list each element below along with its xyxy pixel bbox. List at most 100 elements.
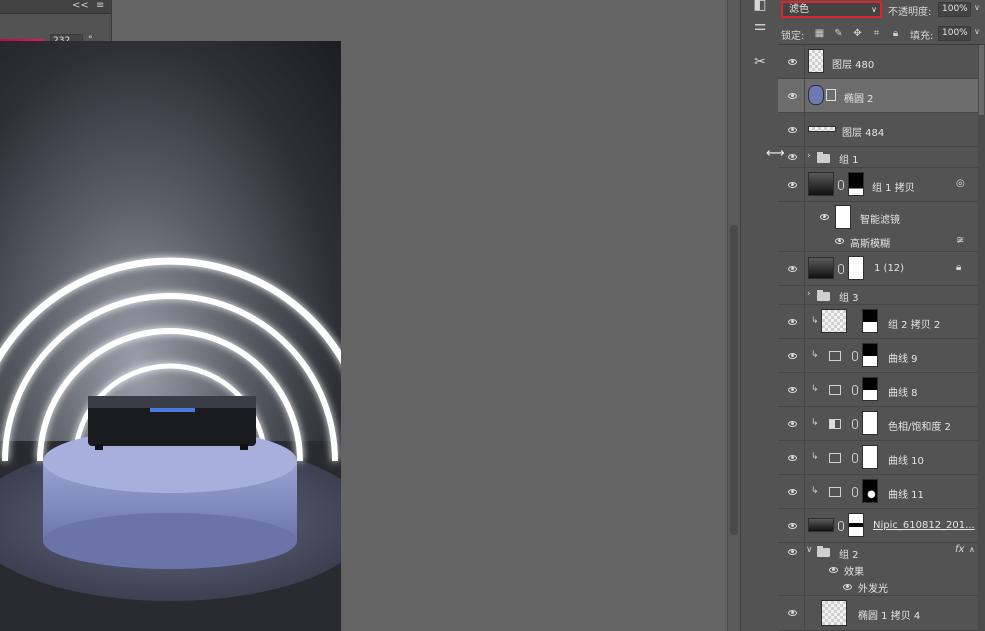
collapse-panel-button[interactable]: << [72,0,89,11]
visibility-eye-icon[interactable] [786,91,800,101]
layer-row-group-1-copy[interactable]: 组 1 拷贝 ◎ [778,168,978,202]
visibility-eye-icon[interactable] [833,236,847,246]
link-icon[interactable] [838,264,844,274]
layer-name[interactable]: 图层 480 [832,56,874,71]
visibility-eye-icon[interactable] [786,57,800,67]
visibility-eye-icon[interactable] [841,582,855,592]
layer-name[interactable]: 椭圆 2 [844,90,874,105]
layer-name[interactable]: 效果 [844,563,864,578]
layer-row-curves-11[interactable]: ↳ 曲线 11 [778,475,978,509]
layer-name[interactable]: 高斯模糊 [850,235,890,250]
layer-row-group-1[interactable]: › 组 1 [778,147,978,168]
visibility-eye-icon[interactable] [786,487,800,497]
layer-name[interactable]: 智能滤镜 [860,211,900,226]
layer-row-curves-10[interactable]: ↳ 曲线 10 [778,441,978,475]
effects-toggle-icon[interactable]: ∧ [969,545,975,554]
lock-transparent-icon[interactable]: ▦ [814,28,825,39]
fill-dropdown-icon[interactable]: ∨ [974,27,980,36]
fx-icon[interactable]: fx [955,544,964,555]
layer-name[interactable]: 曲线 10 [888,452,924,467]
adjustments-icon[interactable]: ⚌ [751,17,769,35]
gaussian-blur-row[interactable]: 高斯模糊 ≆ [778,232,978,252]
lock-artboard-icon[interactable]: ⌗ [871,28,882,39]
fill-field[interactable]: 100% [938,26,971,41]
opacity-field[interactable]: 100% [938,2,971,17]
folder-icon [817,546,830,557]
layer-row-hue-saturation-2[interactable]: ↳ 色相/饱和度 2 [778,407,978,441]
lock-position-icon[interactable]: ✥ [852,28,863,39]
layer-name[interactable]: 曲线 11 [888,486,924,501]
filter-options-icon[interactable]: ≆ [956,235,964,246]
layer-name[interactable]: 曲线 9 [888,350,918,365]
layer-name[interactable]: 组 1 拷贝 [872,179,915,194]
fill-label: 填充: [910,31,934,42]
layers-scrollbar-thumb[interactable] [979,45,984,115]
layer-name[interactable]: 图层 484 [842,124,884,139]
layer-name[interactable]: 组 2 [839,546,859,561]
collapse-arrow-icon[interactable]: ∨ [806,545,813,555]
layer-row-group-3[interactable]: › 组 3 [778,286,978,305]
link-icon[interactable] [852,419,858,429]
canvas-vertical-scrollbar[interactable] [727,0,740,631]
visibility-eye-icon[interactable] [786,152,800,162]
link-icon[interactable] [838,180,844,190]
layer-row-480[interactable]: 图层 480 [778,45,978,79]
visibility-eye-icon[interactable] [818,212,832,222]
visibility-eye-icon[interactable] [786,521,800,531]
layer-row-ellipse-2[interactable]: 椭圆 2 [778,79,978,113]
layer-row-nipic[interactable]: Nipic_610812_201... [778,509,978,543]
visibility-eye-icon[interactable] [786,317,800,327]
visibility-eye-icon[interactable] [786,608,800,618]
layer-row-group-2-copy-2[interactable]: ↳ 组 2 拷贝 2 [778,305,978,339]
link-icon[interactable] [852,351,858,361]
link-icon[interactable] [852,453,858,463]
lock-paint-icon[interactable]: ✎ [833,28,844,39]
layer-row-484[interactable]: 图层 484 [778,113,978,147]
layer-name[interactable]: 组 3 [839,289,859,304]
layer-name[interactable]: 色相/饱和度 2 [888,418,951,433]
visibility-eye-icon[interactable] [786,180,800,190]
scissors-icon[interactable]: ✂ [751,53,769,71]
layer-row-group-2[interactable]: ∨ 组 2 fx ∧ [778,543,978,561]
clipping-arrow-icon: ↳ [811,452,819,462]
link-icon[interactable] [852,385,858,395]
visibility-eye-icon[interactable] [786,385,800,395]
opacity-dropdown-icon[interactable]: ∨ [974,3,980,12]
link-icon[interactable] [838,521,844,531]
visibility-eye-icon[interactable] [786,264,800,274]
layer-name[interactable]: Nipic_610812_201... [873,520,975,531]
layer-row-curves-8[interactable]: ↳ 曲线 8 [778,373,978,407]
blend-mode-select[interactable]: 滤色 ∨ [781,1,882,18]
color-panel-header: << ≡ [0,0,111,14]
outer-glow-row[interactable]: 外发光 [778,578,978,596]
layer-mask-thumbnail [862,377,878,401]
expand-arrow-icon[interactable]: › [807,289,811,299]
layer-name[interactable]: 组 1 [839,151,859,166]
layer-name[interactable]: 曲线 8 [888,384,918,399]
layer-row-1-12[interactable]: 1 (12) 🔒︎ [778,252,978,286]
visibility-eye-icon[interactable] [827,565,841,575]
clipping-arrow-icon: ↳ [811,418,819,428]
layer-name[interactable]: 1 (12) [874,263,904,274]
folder-icon [817,290,830,301]
layers-scrollbar[interactable] [978,45,985,631]
layer-name[interactable]: 外发光 [858,580,888,595]
expand-arrow-icon[interactable]: › [807,151,811,161]
layer-name[interactable]: 组 2 拷贝 2 [888,316,940,331]
visibility-eye-icon[interactable] [786,125,800,135]
visibility-eye-icon[interactable] [786,351,800,361]
panel-menu-icon[interactable]: ≡ [96,0,104,11]
link-icon[interactable] [852,487,858,497]
smart-filters-row[interactable]: 智能滤镜 [778,202,978,232]
lock-all-icon[interactable]: 🔒︎ [890,28,901,39]
layer-row-ellipse-1-copy-4[interactable]: 椭圆 1 拷贝 4 [778,596,978,631]
visibility-eye-icon[interactable] [786,547,800,557]
effects-row[interactable]: 效果 [778,561,978,578]
visibility-eye-icon[interactable] [786,419,800,429]
layer-name[interactable]: 椭圆 1 拷贝 4 [858,607,920,622]
document-canvas[interactable] [0,41,341,631]
visibility-eye-icon[interactable] [786,453,800,463]
history-icon[interactable]: ◧ [751,0,769,14]
layer-row-curves-9[interactable]: ↳ 曲线 9 [778,339,978,373]
scrollbar-thumb[interactable] [730,225,738,535]
